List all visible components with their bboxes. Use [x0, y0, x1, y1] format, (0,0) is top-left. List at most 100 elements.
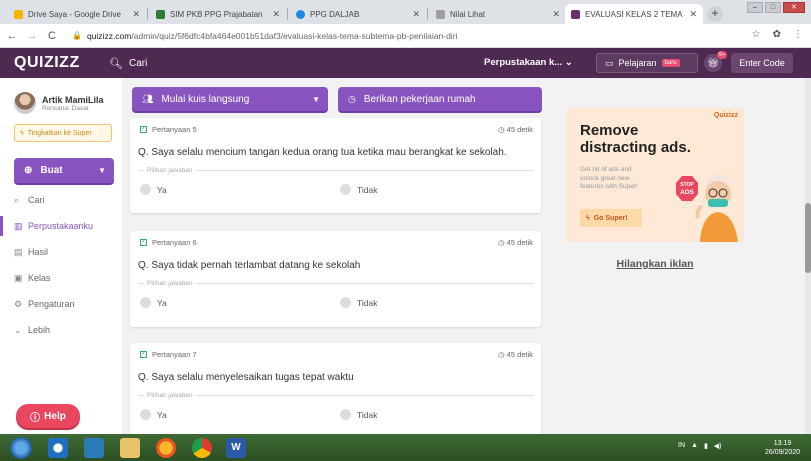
question-card[interactable]: ✓ Pertanyaan 5 ◷ 45 detik Q. Saya selalu …: [130, 118, 541, 213]
question-time: 45 detik: [506, 238, 533, 247]
browser-tab-strip: Drive Saya - Google Drive ✕ SIM PKB PPG …: [0, 0, 811, 24]
sidebar-item-label: Kelas: [28, 273, 51, 283]
chart-icon: ▤: [14, 246, 23, 257]
stop-sign-text: ADS: [680, 189, 694, 196]
chevron-down-icon: ⌄: [14, 324, 22, 335]
extension-icon[interactable]: ✿: [773, 29, 781, 40]
close-tab-icon[interactable]: ✕: [689, 9, 697, 20]
scrollbar-thumb[interactable]: [805, 203, 811, 273]
file-explorer-icon[interactable]: [120, 438, 140, 458]
internet-explorer-icon[interactable]: [48, 438, 68, 458]
url-field[interactable]: 🔒 quizizz.com /admin/quiz/5f6dfc4bfa464e…: [72, 31, 457, 41]
user-profile[interactable]: Artik MamiLila Rencana: Dasar: [14, 92, 104, 114]
question-number: Pertanyaan 7: [152, 350, 197, 359]
menu-icon[interactable]: ⋮: [793, 29, 803, 40]
chrome-icon[interactable]: [192, 438, 212, 458]
enter-code-button[interactable]: Enter Code: [731, 53, 793, 73]
browser-tab[interactable]: PPG DALJAB ✕: [290, 4, 426, 24]
new-badge: baru: [661, 59, 680, 67]
question-text: Q. Saya selalu mencium tangan kedua oran…: [138, 147, 507, 158]
system-clock[interactable]: 13:19 26/09/2020: [765, 439, 800, 457]
forward-icon[interactable]: →: [24, 30, 40, 42]
checkbox-icon: ✓: [140, 351, 147, 358]
question-time: 45 detik: [506, 350, 533, 359]
remove-ads-link[interactable]: Hilangkan iklan: [566, 258, 744, 270]
sidebar-item-search[interactable]: ⌕ Cari: [0, 190, 122, 210]
tab-title: SIM PKB PPG Prajabatan: [170, 9, 263, 19]
lightning-icon: ϟ: [20, 129, 24, 137]
maximize-icon[interactable]: □: [765, 2, 781, 13]
upgrade-super-button[interactable]: ϟ Tingkatkan ke Super: [14, 124, 112, 142]
sidebar-item-settings[interactable]: ⚙ Pengaturan: [0, 294, 122, 314]
back-icon[interactable]: ←: [4, 30, 20, 42]
option-label: Ya: [157, 184, 167, 195]
network-icon[interactable]: ▮: [704, 442, 708, 450]
caret-down-icon: ▼: [98, 166, 106, 175]
question-text: Q. Saya selalu menyelesaikan tugas tepat…: [138, 372, 354, 383]
assign-homework-label: Berikan pekerjaan rumah: [363, 93, 476, 105]
ad-banner[interactable]: Quizizz Remove distracting ads. Get rid …: [566, 108, 744, 242]
option-circle-icon: [340, 184, 351, 195]
go-super-label: Go Super!: [593, 214, 628, 222]
assign-homework-button[interactable]: ◷ Berikan pekerjaan rumah: [338, 87, 542, 111]
go-super-button[interactable]: ϟ Go Super!: [580, 209, 642, 227]
user-plan: Rencana: Dasar: [42, 104, 89, 112]
search-icon[interactable]: 🔍︎: [109, 57, 123, 70]
sidebar-item-classes[interactable]: ▣ Kelas: [0, 268, 122, 288]
minimize-icon[interactable]: –: [747, 2, 763, 13]
scrollbar[interactable]: [805, 78, 811, 434]
sidebar-item-more[interactable]: ⌄ Lebih: [0, 320, 122, 340]
close-tab-icon[interactable]: ✕: [552, 9, 560, 20]
library-select-label: Perpustakaan k...: [484, 57, 563, 68]
start-live-quiz-button[interactable]: 👥︎ Mulai kuis langsung ▼: [132, 87, 328, 111]
lock-icon: 🔒: [72, 31, 82, 40]
close-tab-icon[interactable]: ✕: [412, 9, 420, 20]
word-icon[interactable]: W: [226, 438, 246, 458]
choices-label: Pilihan jawaban: [138, 392, 534, 399]
sidebar: Artik MamiLila Rencana: Dasar ϟ Tingkatk…: [0, 78, 122, 434]
option-circle-icon: [340, 409, 351, 420]
grandma-illustration-icon: [695, 173, 738, 242]
search-icon: ⌕: [14, 194, 20, 205]
browser-tab[interactable]: SIM PKB PPG Prajabatan ✕: [150, 4, 286, 24]
browser-tab[interactable]: Drive Saya - Google Drive ✕: [8, 4, 146, 24]
sidebar-item-results[interactable]: ▤ Hasil: [0, 242, 122, 262]
question-number: Pertanyaan 5: [152, 125, 197, 134]
app-header: QUIZIZZ 🔍︎ Cari Perpustakaan k... ⌄ ▭ Pe…: [0, 48, 811, 78]
firefox-icon[interactable]: [156, 438, 176, 458]
start-button-icon[interactable]: [10, 437, 32, 459]
media-player-icon[interactable]: [84, 438, 104, 458]
quizizz-logo[interactable]: QUIZIZZ: [14, 54, 109, 72]
close-window-icon[interactable]: ✕: [783, 2, 805, 13]
sim-pkb-icon: [156, 9, 165, 19]
sidebar-item-my-library[interactable]: ▥ Perpustakaanku: [0, 216, 122, 236]
tray-arrow-icon[interactable]: ▲: [691, 442, 698, 450]
answer-option: Ya: [140, 184, 167, 195]
gift-icon[interactable]: 🎁︎ 9+: [704, 51, 727, 72]
search-input[interactable]: Cari: [129, 58, 469, 69]
library-select[interactable]: Perpustakaan k... ⌄: [484, 57, 573, 68]
new-tab-button[interactable]: +: [707, 6, 723, 22]
reload-icon[interactable]: C: [44, 30, 60, 42]
browser-tab-active[interactable]: EVALUASI KELAS 2 TEMA 3 SU ✕: [565, 4, 703, 24]
question-card[interactable]: ✓ Pertanyaan 6 ◷ 45 detik Q. Saya tidak p…: [130, 231, 541, 327]
lessons-button[interactable]: ▭ Pelajaran baru: [596, 53, 698, 73]
help-button[interactable]: ⓘ Help: [16, 404, 80, 428]
start-live-quiz-label: Mulai kuis langsung: [161, 93, 250, 105]
option-circle-icon: [340, 297, 351, 308]
sidebar-item-label: Cari: [28, 195, 45, 205]
system-tray: IN ▲ ▮ ◀): [678, 442, 722, 450]
tab-title: PPG DALJAB: [310, 9, 360, 19]
volume-icon[interactable]: ◀): [714, 442, 722, 450]
answer-option: Ya: [140, 297, 167, 308]
language-indicator[interactable]: IN: [678, 442, 685, 450]
browser-tab[interactable]: Nilai Lihat ✕: [430, 4, 566, 24]
question-card[interactable]: ✓ Pertanyaan 7 ◷ 45 detik Q. Saya selalu …: [130, 343, 541, 435]
close-tab-icon[interactable]: ✕: [132, 9, 140, 20]
sidebar-item-label: Hasil: [28, 247, 49, 257]
clock-icon: ◷: [348, 93, 356, 104]
star-icon[interactable]: ☆: [752, 29, 761, 40]
create-button[interactable]: ⊕ Buat ▼: [14, 158, 114, 183]
close-tab-icon[interactable]: ✕: [272, 9, 280, 20]
gear-icon: ⚙: [14, 298, 23, 309]
